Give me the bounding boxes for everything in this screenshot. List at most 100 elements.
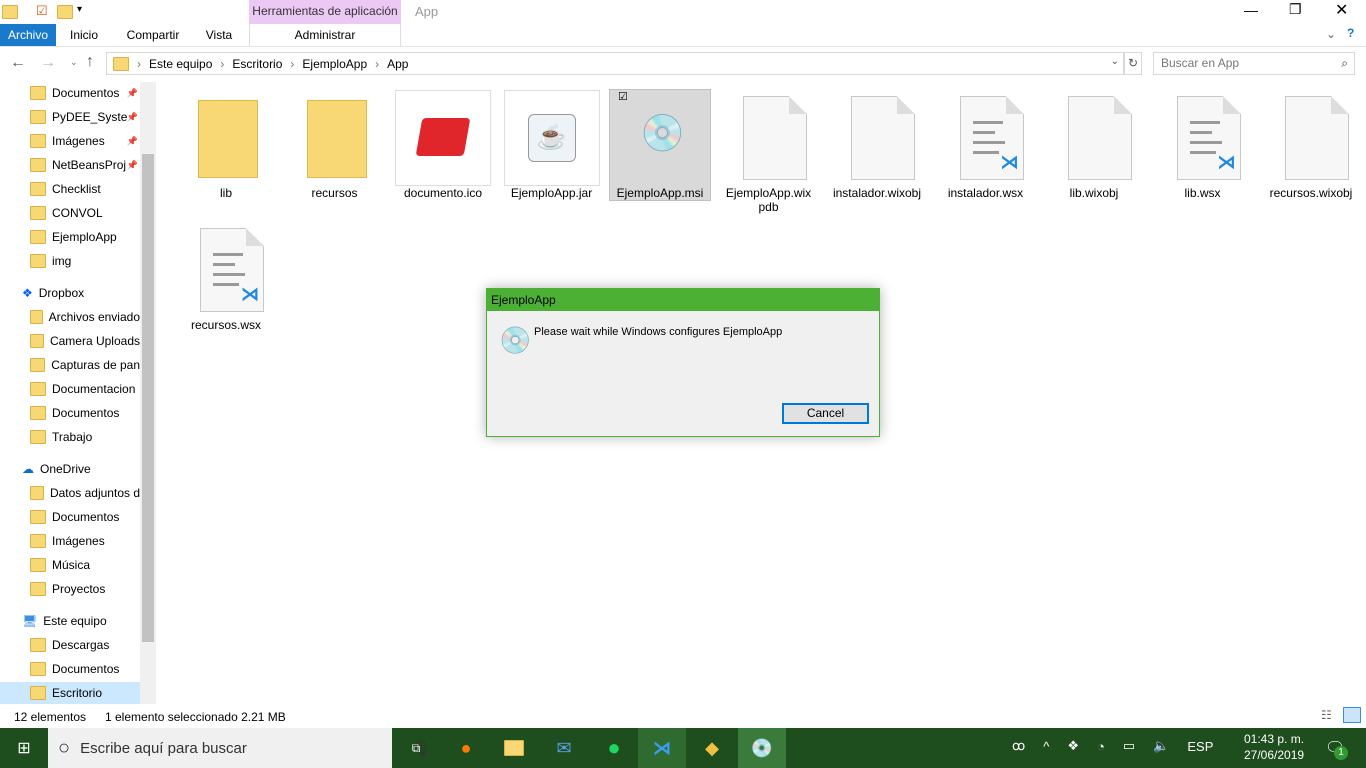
file-item[interactable]: instalador.wixobj [827,90,927,200]
close-button[interactable]: ✕ [1335,0,1348,20]
sidebar-item[interactable]: Imágenes 📌 [30,130,140,152]
tab-inicio[interactable]: Inicio [56,24,112,46]
sidebar-item[interactable]: Documentos [30,402,140,424]
vscode-file-icon: ⋊ [1155,90,1251,186]
file-explorer-icon[interactable] [490,728,538,768]
file-item[interactable]: EjemploApp.wixpdb [719,90,819,214]
sidebar-item[interactable]: EjemploApp [30,226,140,248]
large-icons-view-button[interactable] [1343,707,1361,723]
breadcrumb-item[interactable]: Escritorio [232,57,282,71]
thunderbird-icon[interactable]: ✉ [540,728,588,768]
context-tab-header: Herramientas de aplicación [249,0,401,24]
wifi-icon[interactable]: ◔ [1097,739,1105,754]
file-item[interactable]: recursos.wixobj [1261,90,1361,200]
git-icon[interactable]: ◆ [688,728,736,768]
sidebar-item[interactable]: CONVOL [30,202,140,224]
search-input[interactable]: Buscar en App ⌕ [1153,52,1355,75]
sidebar-item[interactable]: Documentos [30,658,140,680]
sidebar-item[interactable]: Escritorio [0,682,140,704]
folder-icon [30,110,46,124]
address-bar[interactable]: › Este equipo › Escritorio › EjemploApp › Ap… [106,52,1124,75]
file-name: recursos.wsx [190,318,261,332]
task-view-icon[interactable]: ⧉ [392,728,440,768]
file-name: recursos [311,186,358,200]
properties-icon[interactable]: ☑ [36,3,48,19]
file-item[interactable]: ☕ EjemploApp.jar [502,90,602,200]
sidebar-item[interactable]: Documentacion [30,378,140,400]
sidebar-item-label: Documentos [52,86,120,100]
file-item[interactable]: ⋊ instalador.wsx [936,90,1036,200]
sidebar-item[interactable]: Proyectos [30,578,140,600]
file-item[interactable]: ⋊ lib.wsx [1153,90,1253,200]
file-item[interactable]: ☑ 💿 EjemploApp.msi [609,89,711,201]
tab-vista[interactable]: Vista [196,24,242,46]
sidebar-item[interactable]: Camera Uploads [30,330,140,352]
folder-icon [113,56,129,71]
start-button[interactable]: ⊞ [0,728,48,768]
sidebar-item[interactable]: Checklist [30,178,140,200]
folder-icon [30,686,46,700]
vscode-icon[interactable]: ⋊ [638,728,686,768]
spotify-icon[interactable]: ● [590,728,638,768]
show-hidden-icons[interactable]: ^ [1043,739,1049,754]
language-indicator[interactable]: ESP [1187,739,1213,754]
folder-icon [30,382,46,396]
sidebar-item-label: Documentacion [52,382,136,396]
volume-icon[interactable]: 🔈 [1153,738,1169,754]
minimize-button[interactable]: — [1244,2,1258,18]
expand-ribbon-icon[interactable]: ⌄ [1326,27,1336,41]
customize-toolbar-icon[interactable]: ▾ [77,4,82,15]
sidebar-item[interactable]: ❖ Dropbox [22,282,132,304]
sidebar-item[interactable]: PyDEE_Syster 📌 [30,106,140,128]
forward-button[interactable]: → [40,54,56,72]
file-item[interactable]: recursos [285,90,385,200]
sidebar-item[interactable]: Documentos 📌 [30,82,140,104]
details-view-button[interactable]: ☷ [1321,708,1332,722]
sidebar-item[interactable]: NetBeansProj 📌 [30,154,140,176]
sidebar-item[interactable]: 🖥 Este equipo [22,610,132,632]
tab-archivo[interactable]: Archivo [0,24,56,46]
people-icon[interactable]: ꝏ [1012,738,1025,754]
sidebar-item[interactable]: Capturas de pan [30,354,140,376]
recent-dropdown[interactable]: ⌄ [70,57,78,68]
breadcrumb-item[interactable]: EjemploApp [302,57,367,71]
sidebar-item[interactable]: Datos adjuntos d [30,482,140,504]
sidebar-item-label: OneDrive [40,462,91,476]
sidebar-item[interactable]: Documentos [30,506,140,528]
folder-icon [30,206,46,220]
sidebar-item[interactable]: Descargas [30,634,140,656]
sidebar-item[interactable]: Imágenes [30,530,140,552]
refresh-button[interactable]: ↻ [1124,52,1142,75]
sidebar-scrollbar[interactable] [140,82,156,704]
address-dropdown-icon[interactable]: ⌄ [1111,56,1119,67]
help-icon[interactable]: ? [1347,26,1354,40]
back-button[interactable]: ← [10,54,26,72]
firefox-icon[interactable]: ● [442,728,490,768]
sidebar-item[interactable]: Archivos enviado [30,306,140,328]
cancel-button[interactable]: Cancel [782,403,869,424]
sidebar-item[interactable]: img [30,250,140,272]
battery-icon[interactable]: ▭ [1123,738,1135,754]
file-item[interactable]: lib.wixobj [1044,90,1144,200]
clock[interactable]: 01:43 p. m. 27/06/2019 [1244,731,1304,763]
breadcrumb-item[interactable]: Este equipo [149,57,212,71]
title-bar: ☑ ▾ Herramientas de aplicación App — ❐ ✕ [0,0,1366,24]
maximize-button[interactable]: ❐ [1289,1,1302,18]
breadcrumb-item[interactable]: App [387,57,408,71]
installer-taskbar-icon[interactable]: 💿 [738,728,786,768]
tab-administrar[interactable]: Administrar [249,24,401,46]
dropbox-icon[interactable]: ❖ [1067,738,1079,754]
file-item[interactable]: documento.ico [393,90,493,200]
file-icon [1263,90,1359,186]
new-folder-icon[interactable] [57,5,73,19]
up-button[interactable]: ↑ [86,53,94,71]
taskbar-search[interactable]: ○ Escribe aquí para buscar 🎙 [48,728,431,768]
sidebar-item[interactable]: ☁ OneDrive [22,458,132,480]
sidebar-item-label: EjemploApp [52,230,117,244]
sidebar-item[interactable]: Trabajo [30,426,140,448]
tab-compartir[interactable]: Compartir [116,24,190,46]
file-item[interactable]: ⋊ recursos.wsx [176,222,276,332]
action-center-icon[interactable]: 🗨1 [1325,738,1348,760]
file-item[interactable]: lib [176,90,276,200]
sidebar-item[interactable]: Música [30,554,140,576]
